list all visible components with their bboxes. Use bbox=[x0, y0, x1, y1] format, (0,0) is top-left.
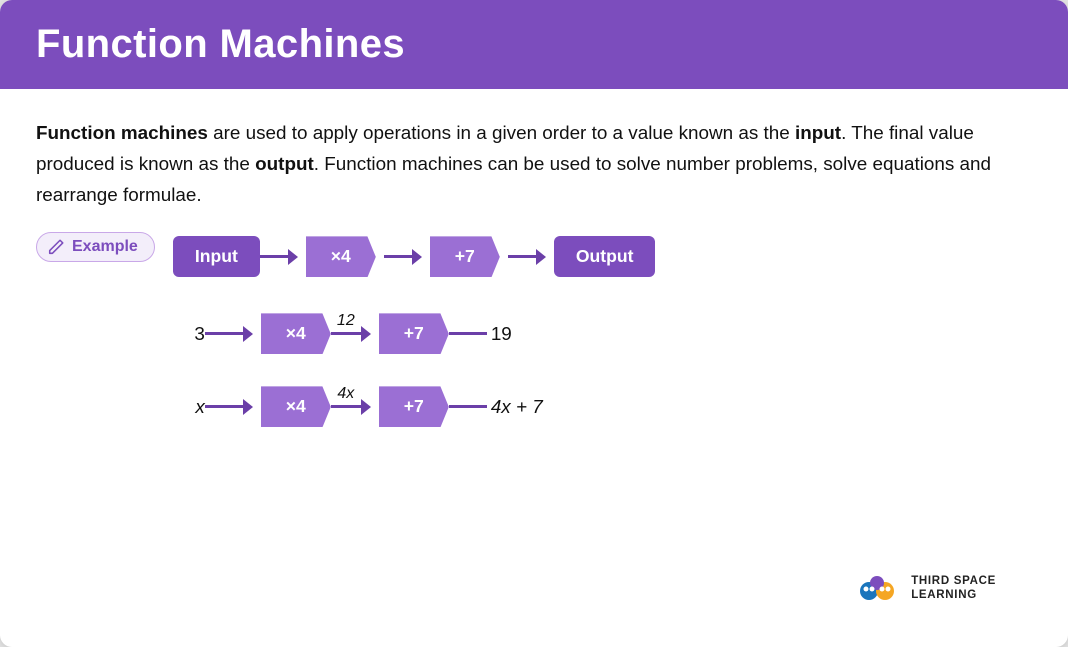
diagram-row-1: Input ×4 +7 Output bbox=[173, 236, 656, 277]
card: Function Machines Function machines are … bbox=[0, 0, 1068, 647]
input-val-3: x bbox=[173, 396, 205, 418]
pencil-icon bbox=[47, 238, 65, 256]
op-box-2b: +7 bbox=[379, 313, 449, 354]
logo-text: THIRD SPACE LEARNING bbox=[911, 575, 996, 603]
desc-bold-2: input bbox=[795, 122, 841, 143]
page-title: Function Machines bbox=[36, 22, 1032, 67]
intermediate-val-2: 12 bbox=[337, 312, 355, 330]
badge-and-diagram: Example Input ×4 +7 bbox=[36, 232, 1032, 427]
op-box-2: +7 bbox=[430, 236, 500, 277]
diagram-row-2: 3 ×4 12 +7 19 bbox=[173, 299, 656, 354]
arrow-3b bbox=[361, 399, 371, 415]
tsl-logo-icon bbox=[857, 571, 901, 607]
desc-bold-1: Function machines bbox=[36, 122, 208, 143]
input-val-2: 3 bbox=[173, 323, 205, 345]
output-val-3: 4x + 7 bbox=[491, 396, 543, 418]
arrow-3a bbox=[243, 399, 253, 415]
example-badge: Example bbox=[36, 232, 155, 262]
desc-text-1: are used to apply operations in a given … bbox=[208, 122, 795, 143]
diagram-row-3: x ×4 4x +7 4x + 7 bbox=[173, 372, 656, 427]
card-inner: Function machines are used to apply oper… bbox=[36, 117, 1032, 627]
connector-2b bbox=[331, 332, 361, 335]
output-val-2: 19 bbox=[491, 323, 512, 345]
example-badge-label: Example bbox=[72, 238, 138, 256]
op-box-2a: ×4 bbox=[261, 313, 331, 354]
diagrams-wrapper: Input ×4 +7 Output bbox=[173, 236, 656, 427]
connector-line-1c bbox=[508, 255, 536, 258]
op-box-3a: ×4 bbox=[261, 386, 331, 427]
connector-3a bbox=[205, 405, 243, 408]
logo-line2: LEARNING bbox=[911, 589, 977, 603]
output-box: Output bbox=[554, 236, 656, 277]
intermediate-val-3: 4x bbox=[337, 385, 354, 403]
connector-line-1a bbox=[260, 255, 288, 258]
connector-3c bbox=[449, 405, 487, 408]
connector-2a bbox=[205, 332, 243, 335]
intermediate-wrap-2: 12 bbox=[331, 332, 361, 335]
arrow-1c bbox=[536, 249, 546, 265]
content: Function machines are used to apply oper… bbox=[0, 89, 1068, 647]
badge-col: Example bbox=[36, 232, 155, 280]
arrow-2b bbox=[361, 326, 371, 342]
input-box: Input bbox=[173, 236, 260, 277]
arrow-2a bbox=[243, 326, 253, 342]
connector-line-1b bbox=[384, 255, 412, 258]
logo-area: THIRD SPACE LEARNING bbox=[857, 571, 996, 607]
logo-line1: THIRD SPACE bbox=[911, 575, 996, 589]
description: Function machines are used to apply oper… bbox=[36, 117, 1032, 210]
op-box-3b: +7 bbox=[379, 386, 449, 427]
connector-2c bbox=[449, 332, 487, 335]
op-box-1: ×4 bbox=[306, 236, 376, 277]
intermediate-wrap-3: 4x bbox=[331, 405, 361, 408]
header: Function Machines bbox=[0, 0, 1068, 89]
arrow-1a bbox=[288, 249, 298, 265]
connector-3b bbox=[331, 405, 361, 408]
desc-bold-3: output bbox=[255, 153, 314, 174]
arrow-1b bbox=[412, 249, 422, 265]
